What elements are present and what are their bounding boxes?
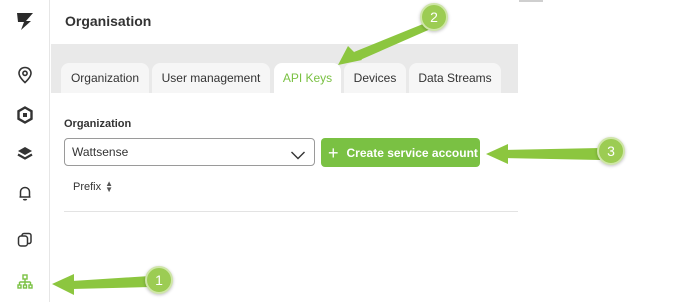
bell-icon[interactable]	[13, 181, 37, 205]
logo-icon[interactable]	[13, 9, 37, 33]
api-keys-panel: Organization Wattsense + Create service …	[51, 93, 518, 302]
create-service-account-label: Create service account	[346, 145, 478, 160]
organization-select[interactable]: Wattsense	[64, 138, 315, 166]
org-tree-icon[interactable]	[13, 270, 37, 294]
callout-number: 1	[155, 272, 163, 288]
tab-user-management[interactable]: User management	[152, 63, 270, 93]
sort-icon[interactable]: ▲ ▼	[105, 180, 113, 194]
tab-data-streams[interactable]: Data Streams	[409, 63, 501, 93]
page-header: Organisation	[51, 0, 518, 44]
page-title: Organisation	[65, 13, 152, 29]
chevron-down-icon	[290, 145, 306, 171]
top-edge-mark	[519, 0, 543, 2]
tab-label: Organization	[70, 71, 140, 85]
tab-bar: Organization User management API Keys De…	[51, 44, 518, 93]
column-header-label: Prefix	[73, 181, 102, 193]
hexagon-devices-icon[interactable]	[13, 103, 37, 127]
organization-label: Organization	[64, 118, 132, 130]
organization-select-value: Wattsense	[72, 145, 129, 159]
tab-organization[interactable]: Organization	[61, 63, 149, 93]
tab-label: API Keys	[282, 71, 333, 85]
callout-2: 2	[420, 3, 448, 31]
tab-label: Data Streams	[418, 71, 492, 85]
tab-label: Devices	[353, 71, 397, 85]
table-divider	[64, 211, 518, 212]
callout-number: 3	[607, 143, 615, 159]
callout-1: 1	[145, 266, 173, 294]
callout-3: 3	[597, 137, 625, 165]
tab-api-keys[interactable]: API Keys	[274, 63, 341, 93]
location-pin-icon[interactable]	[13, 63, 37, 87]
copy-icon[interactable]	[13, 228, 37, 252]
column-header-prefix[interactable]: Prefix ▲ ▼	[73, 180, 113, 194]
create-service-account-button[interactable]: + Create service account	[321, 138, 480, 167]
layers-icon[interactable]	[13, 142, 37, 166]
callout-number: 2	[430, 9, 438, 25]
tab-devices[interactable]: Devices	[344, 63, 406, 93]
plus-icon: +	[328, 142, 339, 163]
sidebar	[0, 0, 50, 302]
tab-label: User management	[161, 71, 261, 85]
